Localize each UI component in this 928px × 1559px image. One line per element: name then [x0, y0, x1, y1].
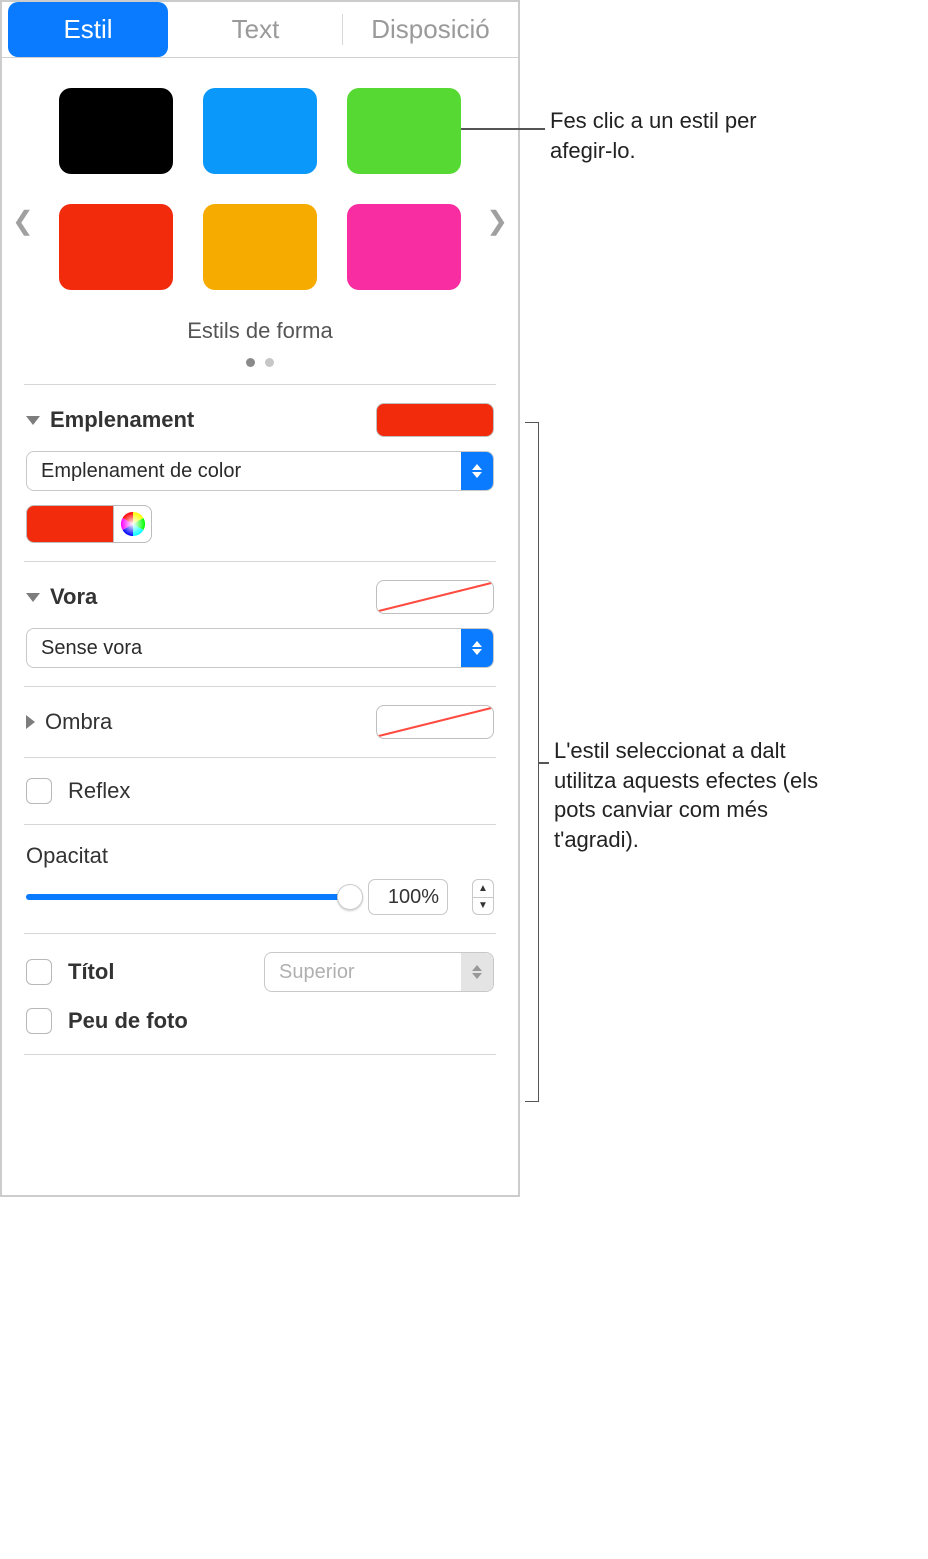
title-label: Títol: [68, 959, 114, 985]
callout-effects: L'estil seleccionat a dalt utilitza aque…: [554, 736, 854, 855]
format-inspector-panel: Estil Text Disposició ❮ ❯ Estils de form…: [0, 0, 520, 1197]
border-type-label: Sense vora: [27, 637, 461, 660]
opacity-input[interactable]: [369, 886, 447, 909]
opacity-stepper[interactable]: ▲ ▼: [472, 879, 494, 915]
title-position-popup[interactable]: Superior: [264, 952, 494, 992]
color-picker-icon[interactable]: [114, 505, 152, 543]
fill-title: Emplenament: [50, 407, 194, 433]
shadow-title: Ombra: [45, 709, 112, 735]
border-preview-none[interactable]: [376, 580, 494, 614]
tab-style[interactable]: Estil: [8, 2, 168, 57]
title-checkbox[interactable]: [26, 959, 52, 985]
opacity-field[interactable]: [368, 879, 448, 915]
callout-bracket: [525, 422, 539, 1102]
tab-layout-label: Disposició: [371, 14, 490, 45]
border-section: Vora Sense vora: [2, 562, 518, 686]
callout-line: [461, 128, 545, 130]
popup-stepper-icon: [461, 452, 493, 490]
opacity-section: Opacitat ▲ ▼: [2, 825, 518, 933]
tab-text[interactable]: Text: [168, 2, 343, 57]
gallery-title: Estils de forma: [22, 318, 498, 344]
popup-stepper-icon: [461, 629, 493, 667]
tab-text-label: Text: [232, 14, 280, 45]
gallery-row: [59, 88, 461, 174]
gallery-row: [59, 204, 461, 290]
fill-type-popup[interactable]: Emplenament de color: [26, 451, 494, 491]
fill-color-preview[interactable]: [376, 403, 494, 437]
page-dot[interactable]: [265, 358, 274, 367]
fill-color-well[interactable]: [26, 505, 114, 543]
fill-section: Emplenament Emplenament de color: [2, 385, 518, 561]
callout-style: Fes clic a un estil per afegir-lo.: [550, 106, 810, 165]
style-swatch[interactable]: [59, 204, 173, 290]
gallery-rows: [22, 88, 498, 290]
stepper-down-icon[interactable]: ▼: [473, 898, 493, 915]
style-swatch[interactable]: [59, 88, 173, 174]
inspector-tabs: Estil Text Disposició: [2, 2, 518, 58]
chevron-down-icon[interactable]: [26, 416, 40, 425]
fill-type-label: Emplenament de color: [27, 460, 461, 483]
callout-line: [539, 762, 549, 764]
opacity-title: Opacitat: [26, 843, 108, 868]
caption-label: Peu de foto: [68, 1008, 188, 1034]
title-caption-section: Títol Superior Peu de foto: [2, 934, 518, 1054]
border-type-popup[interactable]: Sense vora: [26, 628, 494, 668]
shape-styles-gallery: ❮ ❯ Estils de forma: [2, 58, 518, 384]
gallery-page-dots: [22, 354, 498, 370]
tab-layout[interactable]: Disposició: [343, 2, 518, 57]
reflection-title: Reflex: [68, 778, 130, 804]
stepper-up-icon[interactable]: ▲: [473, 880, 493, 898]
tab-style-label: Estil: [63, 14, 112, 45]
shadow-preview-none[interactable]: [376, 705, 494, 739]
gallery-prev-arrow[interactable]: ❮: [12, 206, 34, 237]
title-position-label: Superior: [265, 961, 461, 984]
chevron-right-icon[interactable]: [26, 715, 35, 729]
style-swatch[interactable]: [203, 88, 317, 174]
popup-stepper-icon: [461, 953, 493, 991]
style-swatch[interactable]: [347, 204, 461, 290]
reflection-checkbox[interactable]: [26, 778, 52, 804]
opacity-slider[interactable]: [26, 882, 350, 912]
chevron-down-icon[interactable]: [26, 593, 40, 602]
caption-checkbox[interactable]: [26, 1008, 52, 1034]
page-dot[interactable]: [246, 358, 255, 367]
border-title: Vora: [50, 584, 97, 610]
reflection-section: Reflex: [2, 758, 518, 824]
annotation-layer: Fes clic a un estil per afegir-lo. L'est…: [520, 0, 928, 1197]
shadow-section: Ombra: [2, 687, 518, 757]
style-swatch[interactable]: [203, 204, 317, 290]
style-swatch[interactable]: [347, 88, 461, 174]
gallery-next-arrow[interactable]: ❯: [486, 206, 508, 237]
